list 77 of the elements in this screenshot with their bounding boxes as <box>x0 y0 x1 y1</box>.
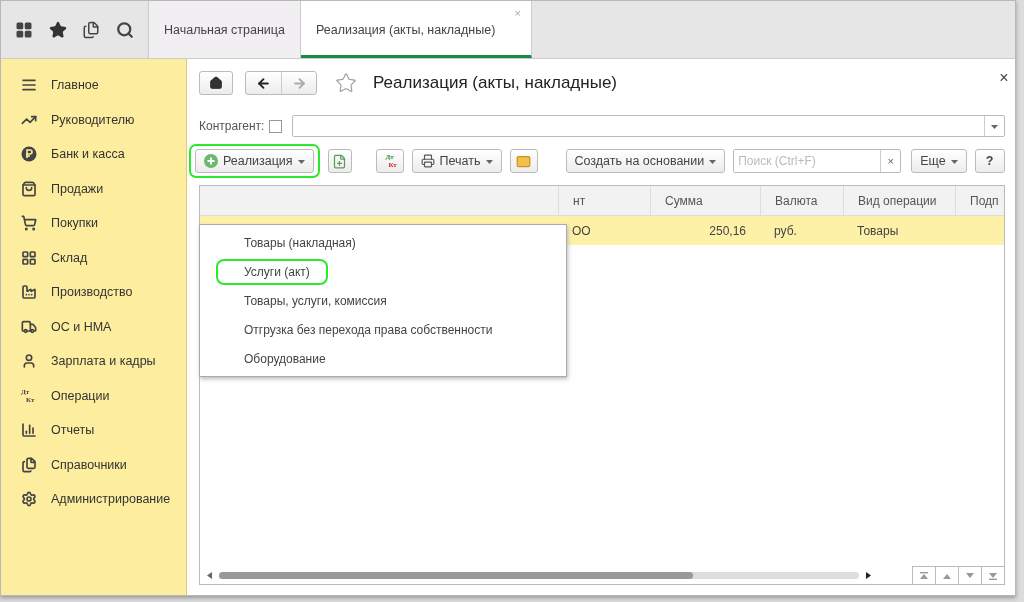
up-arrow-icon <box>918 571 929 580</box>
sidebar-item[interactable]: Зарплата и кадры <box>1 344 186 379</box>
sidebar-item[interactable]: Администрирование <box>1 482 186 517</box>
scroll-nav-button[interactable] <box>957 566 981 584</box>
scroll-right-button[interactable] <box>865 571 872 579</box>
create-based-on-button[interactable]: Создать на основании <box>565 149 726 173</box>
tab[interactable]: Начальная страница <box>149 1 301 58</box>
caret-icon <box>485 157 493 165</box>
sidebar-item[interactable]: Банк и касса <box>1 137 186 172</box>
home-icon <box>209 76 223 90</box>
menu-item[interactable]: Отгрузка без перехода права собственности <box>200 315 566 344</box>
email-button[interactable] <box>509 149 538 173</box>
table-cell-text: руб. <box>773 222 798 240</box>
section-icon <box>21 77 37 94</box>
home-button[interactable] <box>199 71 233 95</box>
document-plus-icon <box>332 153 348 169</box>
sidebar-item[interactable]: Главное <box>1 68 186 103</box>
table-cell-text: 250,16 <box>708 222 747 240</box>
plus-circle-icon <box>204 154 218 168</box>
caret-icon <box>990 122 998 130</box>
column-header[interactable]: Сумма <box>650 186 760 215</box>
caret-icon <box>709 157 717 165</box>
section-icon <box>21 353 37 370</box>
form-title: Реализация (акты, накладные) <box>373 73 617 93</box>
more-button[interactable]: Еще <box>911 149 967 173</box>
close-button[interactable]: × <box>999 69 1009 87</box>
section-icon <box>21 180 37 197</box>
scroll-nav-button[interactable] <box>934 566 958 584</box>
sidebar-item[interactable]: Справочники <box>1 447 186 482</box>
star-icon[interactable] <box>335 72 357 94</box>
apps-grid-icon[interactable] <box>14 20 33 39</box>
scroll-nav-button[interactable] <box>911 566 935 584</box>
table-cell-text: ОО <box>571 222 592 240</box>
section-icon <box>21 422 37 439</box>
caret-icon <box>950 157 958 165</box>
column-header[interactable]: Валюта <box>760 186 843 215</box>
section-icon <box>21 456 37 473</box>
sidebar-item[interactable]: Продажи <box>1 171 186 206</box>
scroll-left-button[interactable] <box>206 571 213 579</box>
scrollbar[interactable] <box>219 571 859 579</box>
help-button[interactable]: ? <box>974 149 1005 173</box>
filter-label: Контрагент: <box>199 119 265 133</box>
scroll-nav-button[interactable] <box>980 566 1004 584</box>
counterparty-field[interactable] <box>292 115 1005 137</box>
table-cell-text: Товары <box>856 222 900 240</box>
sidebar-item[interactable]: Отчеты <box>1 413 186 448</box>
ruble-coin-icon <box>21 146 37 163</box>
sidebar-item[interactable]: Склад <box>1 240 186 275</box>
column-header[interactable]: Подп <box>955 186 1004 215</box>
copy-button[interactable] <box>327 149 352 173</box>
history-icon[interactable] <box>82 20 101 39</box>
tab[interactable]: Реализация (акты, накладные) × <box>300 1 532 58</box>
checkbox[interactable] <box>269 119 283 133</box>
section-icon <box>21 249 37 266</box>
sidebar-item[interactable]: Покупки <box>1 206 186 241</box>
caret-icon <box>297 157 305 165</box>
sidebar-item[interactable]: Руководителю <box>1 102 186 137</box>
printer-icon <box>420 154 435 168</box>
right-arrow-icon <box>291 75 307 91</box>
menu-item[interactable]: Услуги (акт) <box>200 257 566 286</box>
column-header[interactable]: Вид операции <box>843 186 955 215</box>
sidebar-item[interactable]: Производство <box>1 275 186 310</box>
section-icon <box>21 284 37 301</box>
print-button[interactable]: Печать <box>411 149 502 173</box>
menu-item[interactable]: Товары, услуги, комиссия <box>200 286 566 315</box>
down-arrow-icon <box>987 571 998 580</box>
column-header[interactable]: нт <box>558 186 650 215</box>
section-icon <box>21 491 37 508</box>
section-icon <box>21 215 37 232</box>
down-arrow-icon <box>964 571 975 580</box>
search-field[interactable]: Поиск (Ctrl+F) × <box>733 149 902 173</box>
sidebar-item[interactable]: ОС и НМА <box>1 309 186 344</box>
search-icon[interactable] <box>116 20 135 39</box>
section-icon <box>21 318 37 335</box>
menu-item[interactable]: Оборудование <box>200 344 566 373</box>
create-button[interactable]: Реализация <box>195 149 314 173</box>
star-icon[interactable] <box>48 20 67 39</box>
